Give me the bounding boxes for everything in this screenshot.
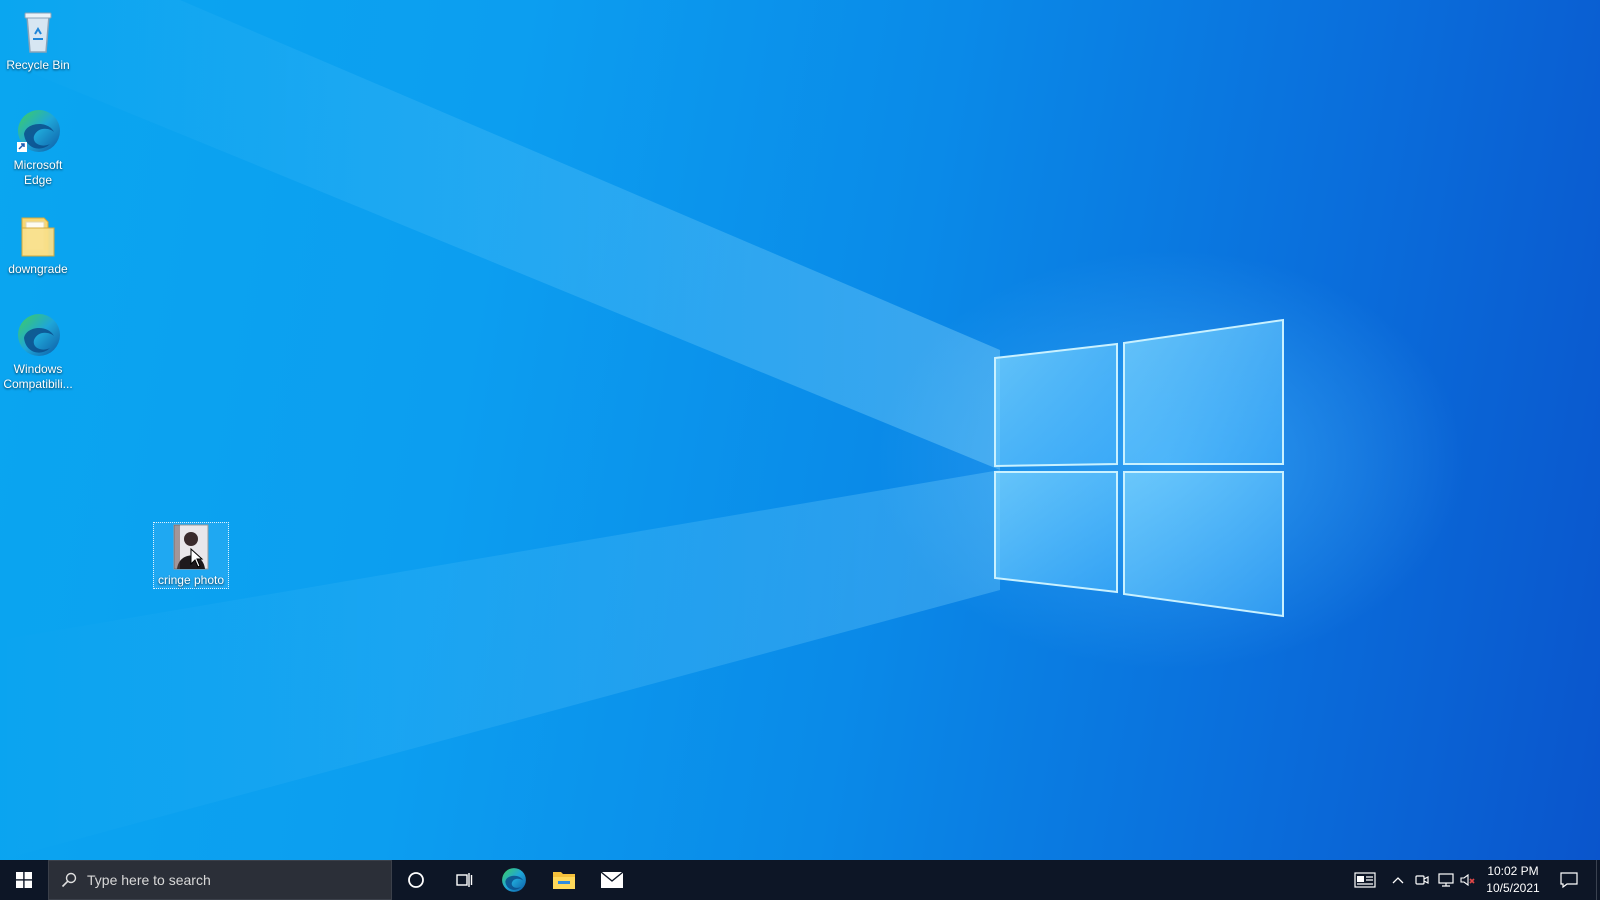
desktop-icon-windows-compatibility[interactable]: Windows Compatibili... bbox=[1, 312, 75, 392]
news-and-interests-button[interactable] bbox=[1348, 860, 1382, 900]
show-hidden-icons-button[interactable] bbox=[1386, 860, 1410, 900]
meet-now-icon bbox=[1415, 875, 1429, 885]
desktop-icon-recycle-bin[interactable]: Recycle Bin bbox=[1, 8, 75, 73]
mail-icon bbox=[600, 871, 624, 888]
start-button[interactable] bbox=[0, 860, 48, 900]
taskbar-edge-button[interactable] bbox=[490, 860, 538, 900]
cortana-button[interactable] bbox=[392, 860, 440, 900]
chevron-up-icon bbox=[1392, 877, 1404, 884]
edge-icon bbox=[14, 312, 62, 360]
file-explorer-icon bbox=[553, 872, 575, 889]
cortana-icon bbox=[408, 872, 424, 888]
action-center-button[interactable] bbox=[1550, 860, 1588, 900]
network-button[interactable] bbox=[1434, 860, 1458, 900]
windows-logo-wallpaper bbox=[994, 318, 1284, 618]
clock-time: 10:02 PM bbox=[1487, 864, 1539, 878]
task-view-button[interactable] bbox=[440, 860, 488, 900]
show-desktop-button[interactable] bbox=[1596, 860, 1600, 900]
desktop[interactable]: Recycle Bin Microsoft Edge downgrade Win… bbox=[0, 0, 1600, 860]
desktop-icon-label: Microsoft Edge bbox=[13, 158, 63, 187]
clock-date: 10/5/2021 bbox=[1486, 881, 1540, 895]
meet-now-button[interactable] bbox=[1410, 860, 1434, 900]
news-icon bbox=[1354, 872, 1376, 888]
taskbar-mail-button[interactable] bbox=[588, 860, 636, 900]
edge-icon bbox=[14, 108, 62, 156]
desktop-icon-label: cringe photo bbox=[157, 573, 225, 587]
desktop-icon-downgrade[interactable]: downgrade bbox=[1, 212, 75, 277]
volume-button[interactable] bbox=[1458, 860, 1478, 900]
task-view-icon bbox=[456, 873, 473, 887]
volume-muted-icon bbox=[1460, 873, 1475, 887]
taskbar-file-explorer-button[interactable] bbox=[540, 860, 588, 900]
folder-icon bbox=[14, 212, 62, 260]
network-icon bbox=[1438, 873, 1454, 887]
windows-start-icon bbox=[16, 872, 32, 888]
mouse-cursor bbox=[190, 548, 204, 568]
desktop-icon-label: Windows Compatibili... bbox=[3, 362, 73, 391]
notifications-icon bbox=[1560, 872, 1578, 888]
taskbar: Type here to search 10:02 PM 10/5/2021 bbox=[0, 860, 1600, 900]
recycle-bin-icon bbox=[14, 8, 62, 56]
search-placeholder: Type here to search bbox=[87, 872, 211, 888]
search-icon bbox=[61, 872, 77, 888]
desktop-icon-label: downgrade bbox=[8, 262, 68, 276]
wallpaper-light-beams bbox=[0, 0, 1000, 860]
taskbar-clock[interactable]: 10:02 PM 10/5/2021 bbox=[1478, 863, 1548, 897]
edge-icon bbox=[502, 868, 526, 892]
desktop-icon-microsoft-edge[interactable]: Microsoft Edge bbox=[1, 108, 75, 188]
desktop-icon-label: Recycle Bin bbox=[6, 58, 70, 72]
taskbar-search-box[interactable]: Type here to search bbox=[48, 860, 392, 900]
